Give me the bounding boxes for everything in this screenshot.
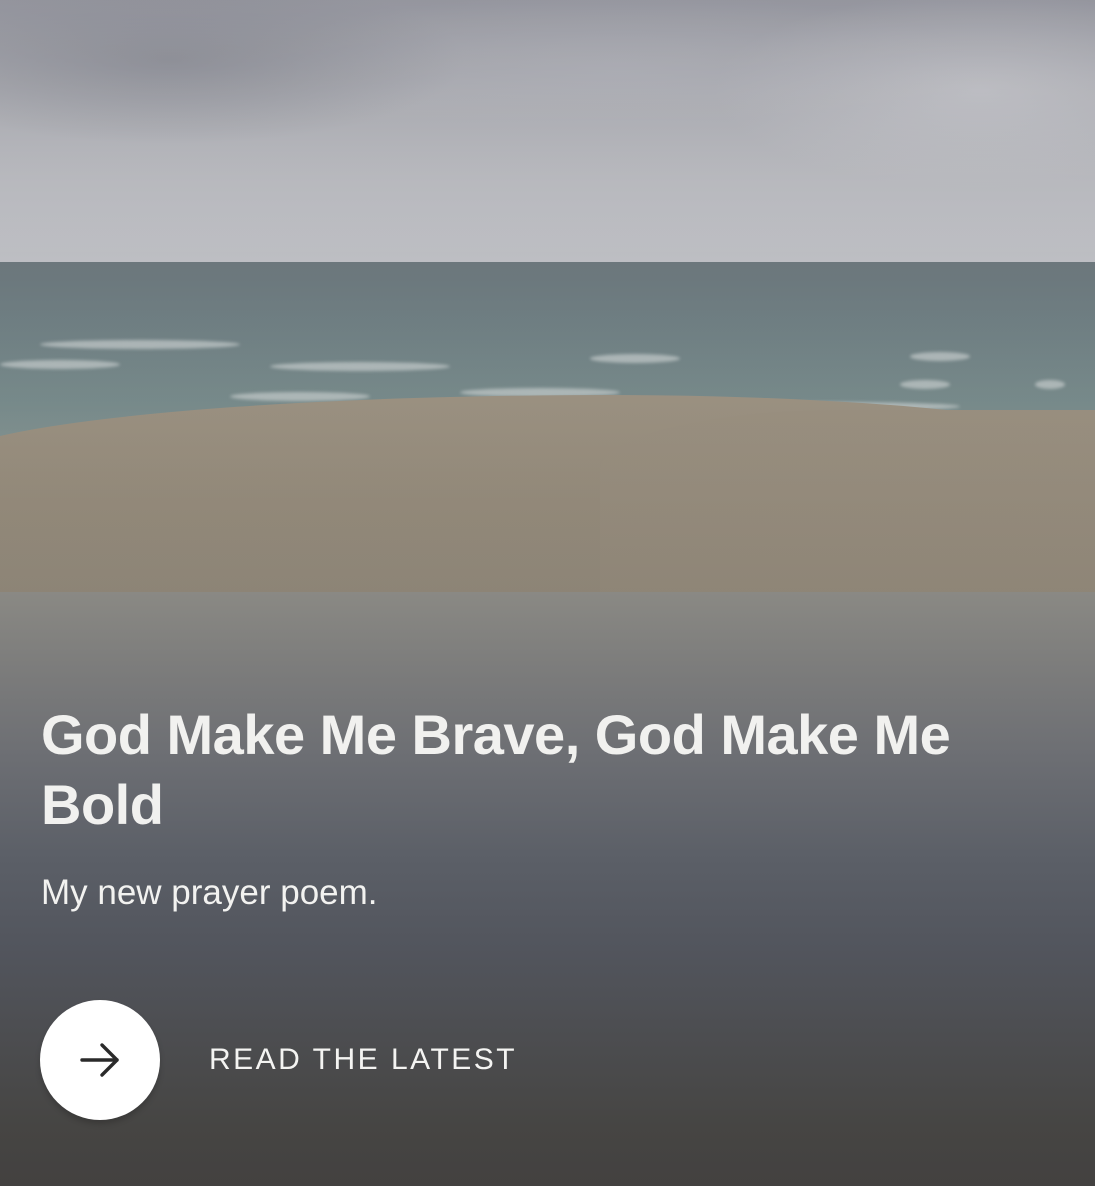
hero-image	[0, 0, 1095, 592]
read-latest-link[interactable]: READ THE LATEST	[40, 1000, 517, 1120]
post-subtitle: My new prayer poem.	[41, 873, 378, 912]
read-latest-button[interactable]	[40, 1000, 160, 1120]
featured-post-card[interactable]: God Make Me Brave, God Make Me Bold My n…	[0, 0, 1095, 1186]
read-latest-label[interactable]: READ THE LATEST	[209, 1040, 517, 1080]
arrow-right-icon	[80, 1043, 119, 1077]
post-title[interactable]: God Make Me Brave, God Make Me Bold	[41, 700, 1051, 840]
